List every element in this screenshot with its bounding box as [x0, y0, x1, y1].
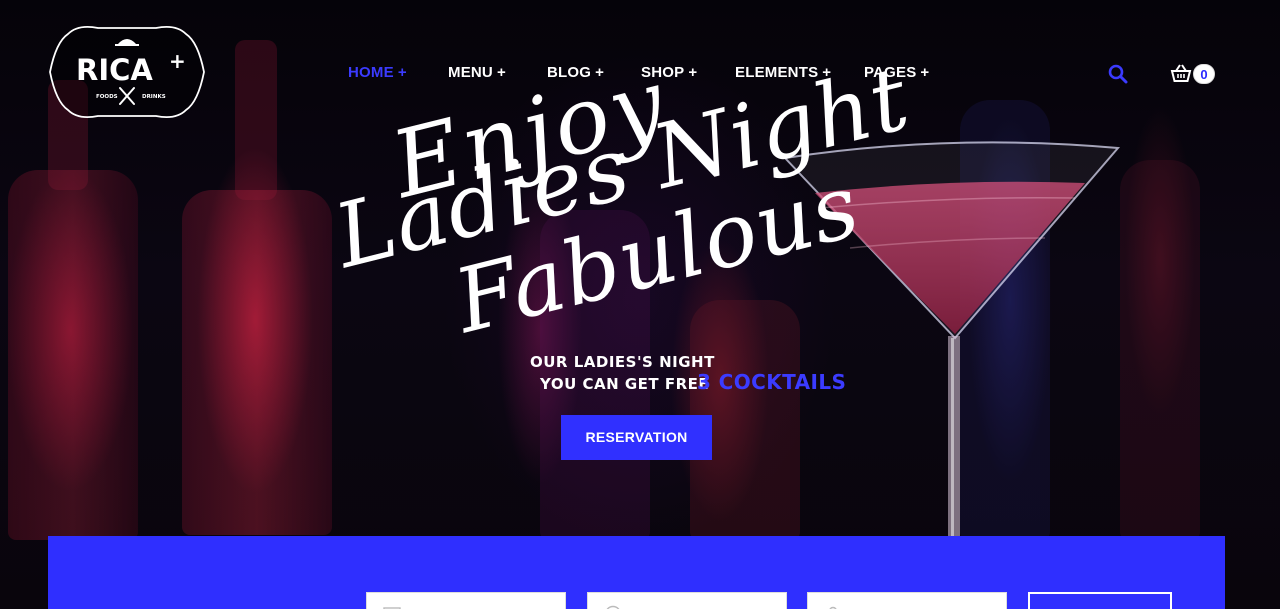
booking-guests-field[interactable]: [807, 592, 1007, 609]
booking-time-field[interactable]: [587, 592, 787, 609]
plus-icon: +: [920, 64, 930, 81]
brand-logo[interactable]: RICA + FOODS DRINKS: [48, 22, 206, 122]
nav-item-menu[interactable]: MENU +: [448, 64, 506, 81]
cart-count-badge: 0: [1193, 64, 1215, 84]
calendar-icon: [383, 607, 401, 609]
booking-submit-button[interactable]: [1028, 592, 1172, 609]
booking-form-bar: [48, 536, 1225, 609]
clock-icon: [606, 605, 620, 609]
user-icon: [829, 606, 837, 609]
bottle-silhouette: [8, 170, 138, 540]
cart-icon[interactable]: [1170, 63, 1192, 83]
nav-item-label: MENU: [448, 64, 493, 81]
booking-date-field[interactable]: [366, 592, 566, 609]
brand-tagline-right: DRINKS: [142, 94, 166, 100]
bottle-silhouette: [182, 190, 332, 535]
nav-item-home[interactable]: HOME +: [348, 64, 407, 81]
hero-subline-1: OUR LADIES'S NIGHT: [530, 353, 715, 371]
hero-subline-2: YOU CAN GET FREE: [540, 375, 710, 393]
plus-icon: +: [688, 64, 698, 81]
bottle-silhouette: [1120, 160, 1200, 540]
nav-item-label: HOME: [348, 64, 394, 81]
reservation-button[interactable]: RESERVATION: [561, 415, 712, 460]
plus-icon: +: [496, 64, 506, 81]
brand-plus: +: [169, 49, 186, 73]
brand-tagline-left: FOODS: [96, 94, 118, 100]
brand-name: RICA: [76, 53, 153, 87]
search-icon[interactable]: [1108, 64, 1128, 84]
plus-icon: +: [397, 64, 407, 81]
hero-highlight: 3 COCKTAILS: [697, 370, 847, 394]
bottle-silhouette: [235, 40, 277, 200]
